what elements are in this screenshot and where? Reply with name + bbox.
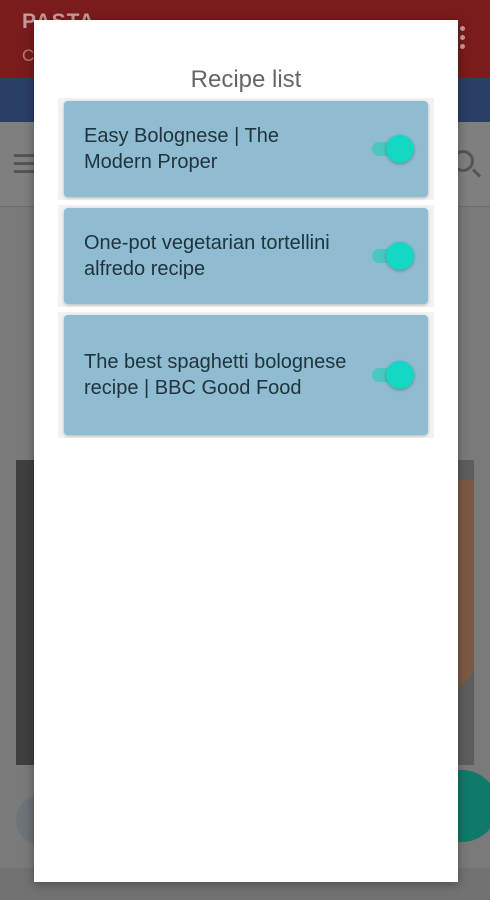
dialog-title: Recipe list	[190, 66, 302, 93]
list-item: The best spaghetti bolognese recipe | BB…	[58, 312, 434, 438]
recipe-card[interactable]: Easy Bolognese | The Modern Proper	[64, 101, 428, 197]
toggle-thumb	[386, 242, 414, 270]
overflow-menu-icon	[460, 26, 466, 50]
toggle-thumb	[386, 361, 414, 389]
recipe-list: Easy Bolognese | The Modern Proper One-p…	[58, 98, 434, 443]
list-item: One-pot vegetarian tortellini alfredo re…	[58, 205, 434, 307]
recipe-name: One-pot vegetarian tortellini alfredo re…	[84, 232, 330, 280]
toggle-thumb	[386, 135, 414, 163]
recipe-list-dialog: Recipe list Easy Bolognese | The Modern …	[34, 20, 458, 882]
hamburger-icon	[14, 154, 36, 174]
recipe-toggle[interactable]	[372, 242, 414, 270]
app-subtitle: C	[22, 46, 35, 65]
recipe-card[interactable]: The best spaghetti bolognese recipe | BB…	[64, 315, 428, 435]
recipe-name: Easy Bolognese | The Modern Proper	[84, 125, 279, 173]
recipe-name: The best spaghetti bolognese recipe | BB…	[84, 351, 347, 399]
list-item: Easy Bolognese | The Modern Proper	[58, 98, 434, 200]
recipe-toggle[interactable]	[372, 361, 414, 389]
recipe-toggle[interactable]	[372, 135, 414, 163]
recipe-card[interactable]: One-pot vegetarian tortellini alfredo re…	[64, 208, 428, 304]
